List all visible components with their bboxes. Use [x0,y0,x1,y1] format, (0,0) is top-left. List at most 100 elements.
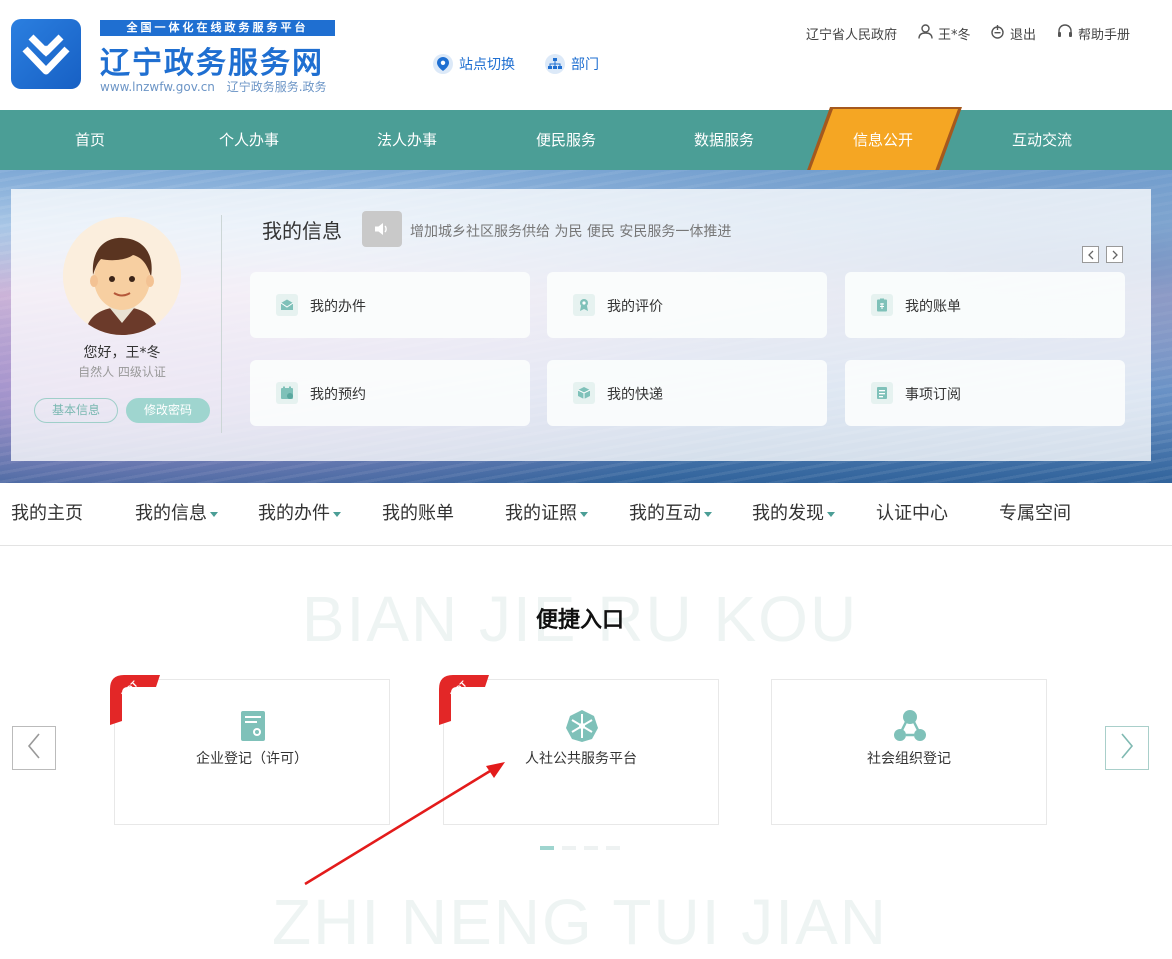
sub-nav-my-bills-label: 我的账单 [382,503,454,524]
sub-nav-my-info[interactable]: 我的信息 [135,483,218,545]
user-name: 王*冬 [938,28,971,43]
quick-entry-title: 便捷入口 [535,608,624,633]
annotation-arrow [304,762,505,886]
package-icon [573,382,595,404]
carousel-dot[interactable] [606,846,620,850]
recommend-bg-word: ZHI NENG TUI JIAN [272,886,888,958]
help-label: 帮助手册 [1078,28,1131,43]
sub-nav-my-discovery-label: 我的发现 [752,503,824,524]
panel-divider [221,215,222,433]
quick-card-social-organization[interactable]: 社会组织登记 [771,679,1047,825]
my-bills-card[interactable]: 我的账单 [845,272,1125,338]
my-evaluations-label: 我的评价 [607,299,663,315]
appointment-icon [276,382,298,404]
sub-nav-my-licenses[interactable]: 我的证照 [505,483,588,545]
hot-badge: HOT [110,675,160,725]
sub-nav-exclusive-space-label: 专属空间 [999,503,1071,524]
change-password-button[interactable]: 修改密码 [126,398,210,423]
item-subscription-card[interactable]: 事项订阅 [845,360,1125,426]
speaker-icon[interactable] [362,211,402,247]
user-banner: 您好，王*冬 自然人 四级认证 基本信息 修改密码 我的信息 增加城乡社区服务供… [0,170,1172,483]
main-nav-personal[interactable]: 个人办事 [174,110,324,170]
site-header: 全国一体化在线政务服务平台 辽宁政务服务网 www.lnzwfw.gov.cn … [0,0,1172,110]
main-nav-corporate[interactable]: 法人办事 [332,110,482,170]
logo-url: www.lnzwfw.gov.cn [100,80,215,94]
carousel-dot[interactable] [540,846,554,850]
carousel-prev-button[interactable] [12,726,56,770]
quick-card-label: 社会组织登记 [867,751,951,767]
certificate-icon [241,711,265,741]
site-logo-icon[interactable] [11,19,81,89]
main-nav-home[interactable]: 首页 [15,110,165,170]
caret-down-icon [827,511,835,517]
main-nav-convenience[interactable]: 便民服务 [491,110,641,170]
headset-icon [1057,24,1073,43]
chevron-right-icon [1111,245,1119,264]
main-nav: 首页 个人办事 法人办事 便民服务 数据服务 信息公开 互动交流 [0,107,1172,173]
sub-nav-my-cases-label: 我的办件 [258,503,330,524]
logout-link[interactable]: 退出 [990,24,1036,43]
bill-icon [871,294,893,316]
basic-info-button[interactable]: 基本信息 [34,398,118,423]
hot-badge: HOT [439,675,489,725]
user-menu[interactable]: 王*冬 [918,24,971,43]
sub-nav-home-label: 我的主页 [11,503,83,524]
carousel-next-button[interactable] [1105,726,1149,770]
evaluate-icon [573,294,595,316]
sub-nav-auth-center-label: 认证中心 [876,503,948,524]
subscribe-icon [871,382,893,404]
logout-label: 退出 [1010,28,1037,43]
sub-nav-home[interactable]: 我的主页 [11,483,83,545]
sub-nav-exclusive-space[interactable]: 专属空间 [999,483,1071,545]
sub-nav-my-cases[interactable]: 我的办件 [258,483,341,545]
logo-domain: 辽宁政务服务.政务 [226,80,327,94]
sub-nav-my-info-label: 我的信息 [135,503,207,524]
site-switch-label: 站点切换 [459,57,515,73]
notice-text[interactable]: 增加城乡社区服务供给 为民 便民 安民服务一体推进 [410,221,731,241]
my-bills-label: 我的账单 [905,299,961,315]
caret-down-icon [704,511,712,517]
department-label: 部门 [571,57,599,73]
notice-prev-button[interactable] [1082,246,1099,263]
social-security-icon [566,710,598,742]
main-nav-info-disclosure[interactable]: 信息公开 [808,110,958,170]
chevron-left-icon [27,733,41,763]
location-pin-icon [433,54,453,74]
my-express-card[interactable]: 我的快递 [547,360,827,426]
help-link[interactable]: 帮助手册 [1057,24,1130,43]
my-appointments-label: 我的预约 [310,387,366,403]
organization-icon [894,710,926,741]
carousel-dots [540,846,620,850]
chevron-left-icon [1087,245,1095,264]
department-link[interactable]: 部门 [545,54,599,74]
my-appointments-card[interactable]: 我的预约 [250,360,530,426]
my-cases-label: 我的办件 [310,299,366,315]
caret-down-icon [333,511,341,517]
logo-title[interactable]: 辽宁政务服务网 [100,38,324,82]
my-cases-card[interactable]: 我的办件 [250,272,530,338]
notice-next-button[interactable] [1106,246,1123,263]
user-info-panel: 您好，王*冬 自然人 四级认证 基本信息 修改密码 我的信息 增加城乡社区服务供… [11,189,1151,461]
carousel-dot[interactable] [584,846,598,850]
avatar[interactable] [63,217,181,335]
my-evaluations-card[interactable]: 我的评价 [547,272,827,338]
auth-level: 自然人 四级认证 [78,365,166,379]
my-express-label: 我的快递 [607,387,663,403]
caret-down-icon [210,511,218,517]
user-greeting: 您好，王*冬 [83,345,161,361]
gov-link[interactable]: 辽宁省人民政府 [806,24,897,43]
main-nav-interaction[interactable]: 互动交流 [967,110,1117,170]
carousel-dot[interactable] [562,846,576,850]
site-switch-link[interactable]: 站点切换 [433,54,515,74]
sub-nav-my-bills[interactable]: 我的账单 [382,483,454,545]
lock-icon [990,24,1005,43]
logo-tagline: 全国一体化在线政务服务平台 [100,20,335,36]
sub-nav-my-discovery[interactable]: 我的发现 [752,483,835,545]
sub-nav-my-interaction-label: 我的互动 [629,503,701,524]
sub-nav-my-interaction[interactable]: 我的互动 [629,483,712,545]
sub-nav-auth-center[interactable]: 认证中心 [876,483,948,545]
item-subscription-label: 事项订阅 [905,387,961,403]
chevron-right-icon [1120,733,1134,763]
mail-icon [276,294,298,316]
main-nav-data-service[interactable]: 数据服务 [649,110,799,170]
